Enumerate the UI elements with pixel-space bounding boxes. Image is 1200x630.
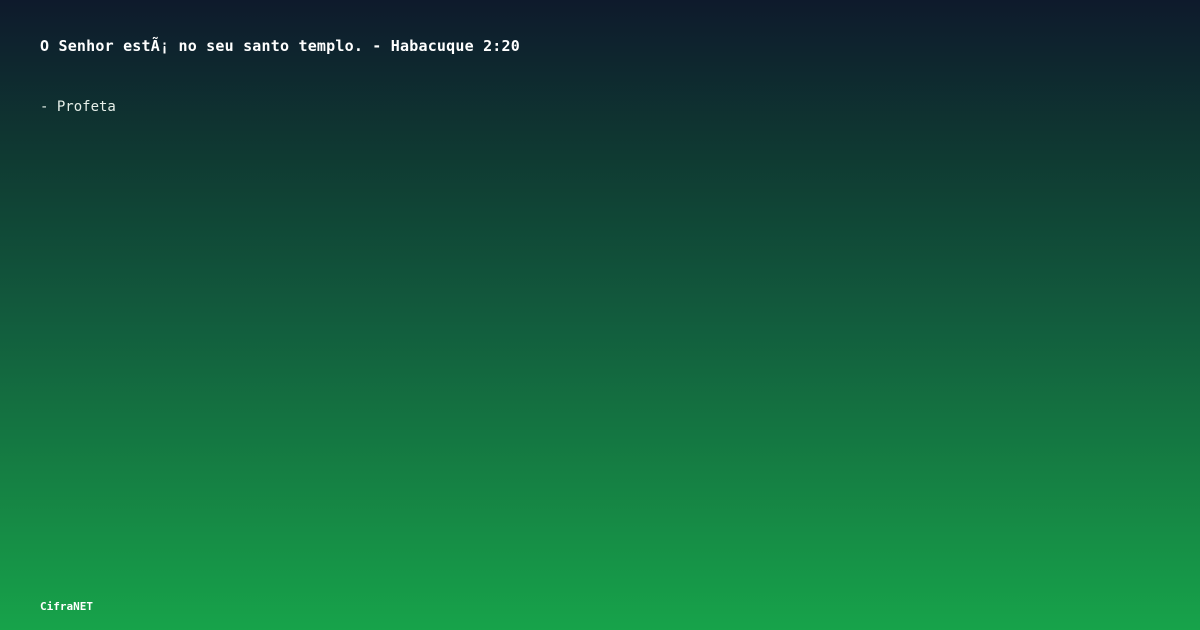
quote-text: O Senhor estÃ¡ no seu santo templo. - Ha… [40,37,520,55]
brand-name: CifraNET [40,600,93,613]
quote-attribution: - Profeta [40,99,116,115]
